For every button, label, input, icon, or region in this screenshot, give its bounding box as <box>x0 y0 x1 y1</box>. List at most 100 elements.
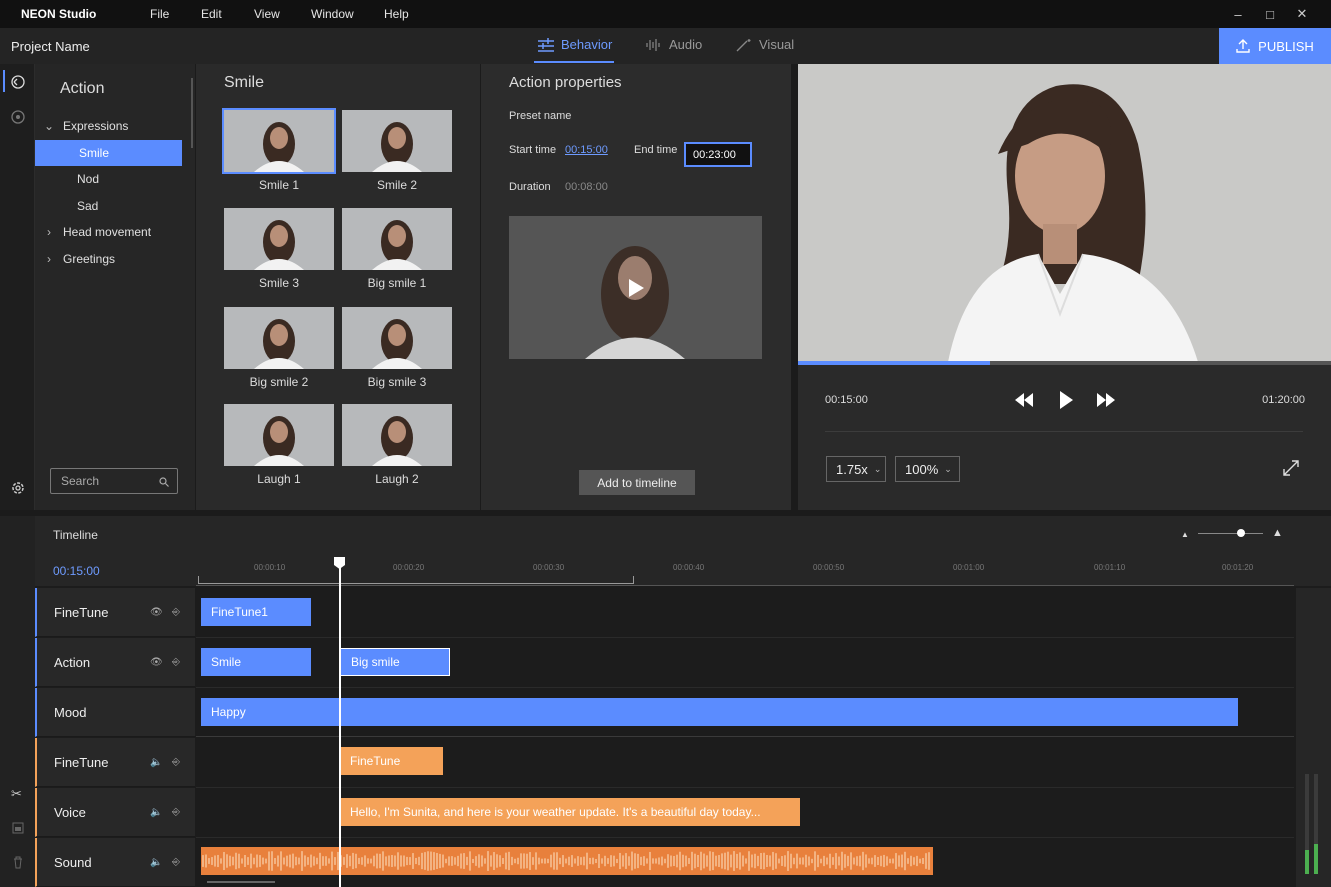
playhead-handle[interactable] <box>333 556 346 570</box>
eye-icon[interactable]: 👁 <box>150 607 163 618</box>
playhead[interactable] <box>339 564 341 887</box>
library-scrollbar[interactable] <box>191 78 193 148</box>
tree-label: Smile <box>79 146 110 160</box>
menu-view[interactable]: View <box>254 7 280 21</box>
preset-thumbnail[interactable] <box>224 404 334 466</box>
speaker-icon[interactable]: 🔈 <box>150 807 162 818</box>
fullscreen-icon[interactable] <box>1282 459 1300 477</box>
progress-fill <box>798 361 990 365</box>
start-time-value[interactable]: 00:15:00 <box>565 144 608 156</box>
speed-select[interactable]: 1.75x ⌄ <box>826 456 886 482</box>
tree-item-head-movement[interactable]: › Head movement <box>35 219 182 245</box>
tree-item-sad[interactable]: Sad <box>35 193 182 219</box>
tree-item-smile[interactable]: Smile <box>35 140 182 166</box>
speed-value: 1.75x <box>836 461 868 477</box>
lock-icon[interactable]: ⎆ <box>172 807 180 818</box>
ruler-selection-range[interactable] <box>198 576 634 584</box>
menu-edit[interactable]: Edit <box>201 7 222 21</box>
speaker-icon[interactable]: 🔈 <box>150 857 162 868</box>
play-icon[interactable] <box>627 278 645 298</box>
preset-name-label: Preset name <box>509 110 572 122</box>
speaker-icon[interactable]: 🔈 <box>150 757 162 768</box>
lock-icon[interactable]: ⎆ <box>172 657 180 668</box>
preset-thumbnail[interactable] <box>342 110 452 172</box>
mood-rail-icon[interactable] <box>10 109 26 125</box>
clip-smile[interactable]: Smile <box>201 648 311 676</box>
eye-icon[interactable]: 👁 <box>150 657 163 668</box>
fast-forward-icon[interactable] <box>1096 392 1116 408</box>
preset-label: Big smile 3 <box>367 375 427 389</box>
menu-help[interactable]: Help <box>384 7 409 21</box>
preset-thumbnail[interactable] <box>342 307 452 369</box>
row-divider <box>196 687 1294 688</box>
preset-thumbnail[interactable] <box>222 108 336 174</box>
tab-audio-label: Audio <box>669 37 703 52</box>
scissors-icon[interactable]: ✂ <box>11 786 22 802</box>
settings-gear-icon[interactable] <box>10 480 26 496</box>
add-to-timeline-button[interactable]: Add to timeline <box>579 470 695 495</box>
clip-big-smile[interactable]: Big smile <box>340 648 450 676</box>
track-finetune[interactable]: FineTune 👁 ⎆ <box>35 588 195 637</box>
play-icon[interactable] <box>1058 390 1074 410</box>
end-time-input[interactable]: 00:23:00 <box>684 142 752 167</box>
tree-item-expressions[interactable]: ⌄ Expressions <box>35 113 182 139</box>
clip-voice[interactable]: Hello, I'm Sunita, and here is your weat… <box>340 798 800 826</box>
lock-icon[interactable]: ⎆ <box>172 757 180 768</box>
lock-icon[interactable]: ⎆ <box>172 857 180 868</box>
trash-icon[interactable] <box>12 856 24 869</box>
minimize-icon[interactable]: – <box>1222 0 1254 28</box>
track-audio-finetune[interactable]: FineTune 🔈 ⎆ <box>35 738 195 787</box>
end-time-label: End time <box>634 144 678 156</box>
track-action[interactable]: Action 👁 ⎆ <box>35 638 195 687</box>
action-preview-video[interactable] <box>509 216 762 359</box>
track-label: FineTune <box>54 754 109 770</box>
copy-icon[interactable] <box>12 822 24 834</box>
ruler-tick-label: 00:00:10 <box>254 563 286 572</box>
title-bar: NEON Studio File Edit View Window Help –… <box>0 0 1331 28</box>
search-icon <box>159 477 169 487</box>
rewind-icon[interactable] <box>1014 392 1034 408</box>
timeline-zoom-slider[interactable] <box>1198 533 1263 534</box>
search-placeholder: Search <box>61 474 100 488</box>
preset-thumbnail[interactable] <box>224 307 334 369</box>
zoom-select[interactable]: 100% ⌄ <box>895 456 960 482</box>
preset-thumbnail[interactable] <box>342 208 452 270</box>
track-mood[interactable]: Mood <box>35 688 195 737</box>
preset-thumbnail[interactable] <box>224 208 334 270</box>
zoom-slider-handle[interactable] <box>1237 529 1245 537</box>
video-preview[interactable] <box>798 64 1331 362</box>
search-input[interactable]: Search <box>50 468 178 494</box>
behavior-rail-icon[interactable] <box>10 74 26 90</box>
lock-icon[interactable]: ⎆ <box>172 607 180 618</box>
track-voice[interactable]: Voice 🔈 ⎆ <box>35 788 195 837</box>
duration-value: 00:08:00 <box>565 181 608 193</box>
tree-label: Greetings <box>63 252 116 266</box>
menu-file[interactable]: File <box>150 7 169 21</box>
menu-window[interactable]: Window <box>311 7 354 21</box>
preset-thumbnail[interactable] <box>342 404 452 466</box>
project-name: Project Name <box>11 39 90 54</box>
clip-sound[interactable] <box>201 847 933 875</box>
ruler-tick-label: 00:01:10 <box>1094 563 1126 572</box>
tab-audio[interactable]: Audio <box>645 37 702 52</box>
progress-track[interactable] <box>798 361 1331 365</box>
timeline-h-scrollbar[interactable] <box>207 881 275 883</box>
close-icon[interactable]: ✕ <box>1286 0 1318 28</box>
timeline-ruler[interactable] <box>196 574 1294 586</box>
track-label: FineTune <box>54 604 109 620</box>
zoom-in-icon[interactable]: ▲ <box>1272 527 1283 539</box>
tab-behavior[interactable]: Behavior <box>537 37 612 52</box>
publish-button[interactable]: PUBLISH <box>1219 28 1331 64</box>
tree-item-nod[interactable]: Nod <box>35 166 182 192</box>
clip-finetune1[interactable]: FineTune1 <box>201 598 311 626</box>
tab-visual[interactable]: Visual <box>735 37 794 52</box>
tree-item-greetings[interactable]: › Greetings <box>35 246 182 272</box>
track-sound[interactable]: Sound 🔈 ⎆ <box>35 838 195 887</box>
meter-right-level <box>1314 844 1318 874</box>
clip-happy[interactable]: Happy <box>201 698 1238 726</box>
maximize-icon[interactable]: □ <box>1254 0 1286 28</box>
chevron-right-icon: › <box>47 225 51 239</box>
app-name: NEON Studio <box>21 7 97 21</box>
clip-audio-finetune[interactable]: FineTune <box>340 747 443 775</box>
zoom-out-icon[interactable]: ▲ <box>1181 530 1189 539</box>
